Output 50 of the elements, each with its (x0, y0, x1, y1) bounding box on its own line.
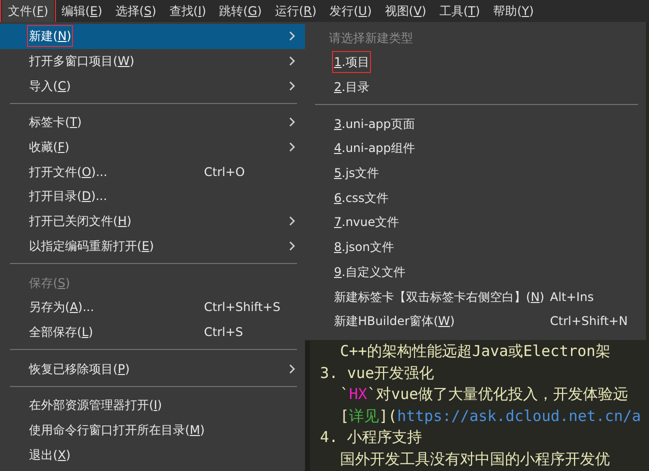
menu-bar-item[interactable]: 发行(U) (324, 0, 378, 22)
menu-bar-item[interactable]: 工具(T) (433, 0, 486, 22)
menu-item[interactable]: 标签卡(T) (0, 110, 305, 135)
menu-item[interactable]: 打开目录(D)... (0, 184, 305, 209)
annotation-box: 1.项目 (334, 53, 370, 72)
menu-bar-item[interactable]: 编辑(E) (55, 0, 108, 22)
menu-bar-item[interactable]: 运行(R) (268, 0, 323, 22)
menu-item[interactable]: 打开文件(O)... Ctrl+O (0, 159, 305, 184)
menu-item[interactable]: 9.自定义文件 (305, 260, 646, 284)
menu-item[interactable]: 5.js文件 (305, 160, 646, 186)
code-line: [详见](https://ask.dcloud.net.cn/a (339, 406, 642, 426)
menu-item[interactable]: 使用命令行窗口打开所在目录(M) (0, 418, 305, 442)
menu-item[interactable]: 1.项目 (305, 50, 646, 75)
code-line: 3. vue开发强化 (320, 362, 436, 384)
menu-item[interactable]: 在外部资源管理器打开(I) (0, 392, 305, 418)
shortcut-text: Ctrl+Shift+N (550, 313, 628, 330)
menu-item[interactable]: 打开已关闭文件(H) (0, 208, 305, 234)
menu-item[interactable]: 收藏(F) (0, 134, 305, 160)
menu-item[interactable]: 7.nvue文件 (305, 210, 646, 235)
menu-item[interactable]: 打开多窗口项目(W) (0, 48, 305, 74)
menu-item[interactable]: 另存为(A)... Ctrl+Shift+S (0, 294, 305, 320)
menu-item[interactable]: 新建HBuilder窗体(W) Ctrl+Shift+N (305, 308, 646, 334)
menu-item[interactable]: 恢复已移除项目(P) (0, 356, 305, 381)
code-line: 4. 小程序支持 (320, 427, 424, 448)
menu-header: 请选择新建类型 (328, 30, 414, 47)
menu-item[interactable]: 退出(X) (0, 442, 305, 467)
menu-item[interactable]: 2.目录 (305, 74, 646, 100)
menu-item[interactable]: 6.css文件 (305, 185, 646, 210)
code-line: `HX`对vue做了大量优化投入，开发体验远 (339, 384, 630, 405)
shortcut-text: Ctrl+Shift+S (204, 299, 280, 316)
code-line: 国外开发工具没有对中国的小程序开发优 (339, 448, 611, 470)
menu-item[interactable]: 8.json文件 (305, 234, 646, 260)
menu-bar-item[interactable]: 视图(V) (378, 0, 432, 22)
code-line: C++的架构性能远超Java或Electron架 (339, 341, 612, 362)
shortcut-text: Ctrl+S (204, 324, 244, 341)
shortcut-text: Ctrl+O (204, 164, 245, 181)
annotation-box: 新建(N) (29, 27, 72, 46)
menu-item[interactable]: 导入(C) (0, 73, 305, 98)
menu-item[interactable]: 3.uni-app页面 (305, 111, 646, 136)
menu-item[interactable]: 新建标签卡【双击标签卡右侧空白】(N) Alt+Ins (305, 284, 646, 309)
menu-item[interactable]: 新建(N) (0, 24, 305, 49)
menu-item[interactable]: 以指定编码重新打开(E) (0, 234, 305, 258)
menu-bar-item[interactable]: 查找(I) (163, 0, 212, 22)
menu-bar-item[interactable]: 帮助(Y) (487, 0, 540, 22)
menu-bar-item[interactable]: 选择(S) (109, 0, 162, 22)
menu-item[interactable]: 全部保存(L) Ctrl+S (0, 320, 305, 344)
shortcut-text: Alt+Ins (550, 288, 594, 306)
menu-item[interactable]: 4.uni-app组件 (305, 136, 646, 161)
menu-bar-item[interactable]: 跳转(G) (213, 0, 268, 22)
menu-bar-item[interactable]: 文件(F) (2, 0, 54, 22)
